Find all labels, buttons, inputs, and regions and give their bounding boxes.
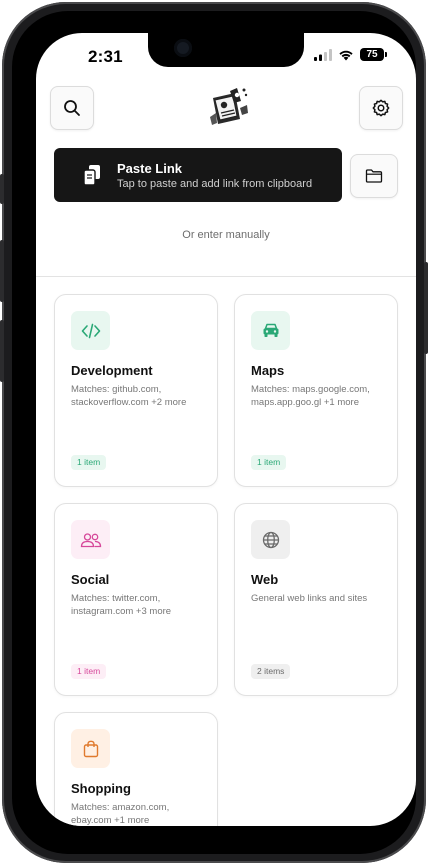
manual-entry-link[interactable]: Or enter manually — [36, 229, 416, 241]
category-description: Matches: maps.google.com, maps.app.goo.g… — [251, 384, 370, 408]
dynamic-island — [148, 33, 304, 67]
item-count-badge: 1 item — [71, 664, 107, 679]
category-description: Matches: twitter.com, instagram.com +3 m… — [71, 593, 172, 617]
gear-icon — [372, 99, 390, 117]
signal-icon — [314, 48, 332, 61]
camera — [174, 39, 192, 57]
category-icon-badge — [251, 520, 290, 559]
paste-link-button[interactable]: Paste Link Tap to paste and add link fro… — [54, 148, 342, 202]
category-icon-badge — [251, 311, 290, 350]
paste-link-subtitle: Tap to paste and add link from clipboard — [117, 178, 313, 190]
status-time: 2:31 — [88, 47, 123, 66]
paste-link-title: Paste Link — [117, 161, 183, 176]
wifi-icon — [339, 50, 353, 60]
folder-icon — [365, 169, 383, 183]
category-title: Development — [71, 363, 153, 378]
category-card-web[interactable]: Web General web links and sites 2 items — [234, 503, 398, 696]
category-title: Social — [71, 572, 110, 587]
folder-button[interactable] — [350, 154, 398, 198]
code-icon — [81, 323, 100, 338]
status-icons: 75 — [314, 48, 387, 61]
users-icon — [80, 532, 101, 547]
category-icon-badge — [71, 520, 110, 559]
power-button — [424, 262, 428, 354]
mute-switch — [0, 174, 4, 204]
item-count-badge: 1 item — [251, 455, 287, 470]
clipboard-icon — [83, 165, 100, 186]
category-title: Maps — [251, 363, 285, 378]
search-button[interactable] — [50, 86, 94, 130]
volume-up-button — [0, 240, 4, 302]
category-card-shopping[interactable]: Shopping Matches: amazon.com, ebay.com +… — [54, 712, 218, 826]
category-description: General web links and sites — [251, 593, 368, 604]
category-description: Matches: amazon.com, ebay.com +1 more — [71, 802, 170, 826]
category-description: Matches: github.com, stackoverflow.com +… — [71, 384, 187, 408]
bezel: 2:31 75 Paste Link Tap to paste and add … — [12, 11, 416, 854]
category-icon-badge — [71, 729, 110, 768]
screen: 2:31 75 Paste Link Tap to paste and add … — [36, 33, 416, 826]
category-card-social[interactable]: Social Matches: twitter.com, instagram.c… — [54, 503, 218, 696]
battery-indicator: 75 — [360, 48, 387, 61]
category-icon-badge — [71, 311, 110, 350]
shopping-bag-icon — [83, 740, 98, 757]
app-logo — [210, 88, 248, 125]
globe-icon — [262, 531, 279, 548]
item-count-badge: 1 item — [71, 455, 107, 470]
car-icon — [263, 323, 278, 337]
phone-frame: 2:31 75 Paste Link Tap to paste and add … — [0, 2, 428, 863]
category-title: Shopping — [71, 781, 131, 796]
search-icon — [64, 100, 80, 116]
settings-button[interactable] — [359, 86, 403, 130]
category-card-development[interactable]: Development Matches: github.com, stackov… — [54, 294, 218, 487]
volume-down-button — [0, 320, 4, 382]
category-card-maps[interactable]: Maps Matches: maps.google.com, maps.app.… — [234, 294, 398, 487]
divider — [36, 276, 416, 277]
category-title: Web — [251, 572, 279, 587]
item-count-badge: 2 items — [251, 664, 291, 679]
